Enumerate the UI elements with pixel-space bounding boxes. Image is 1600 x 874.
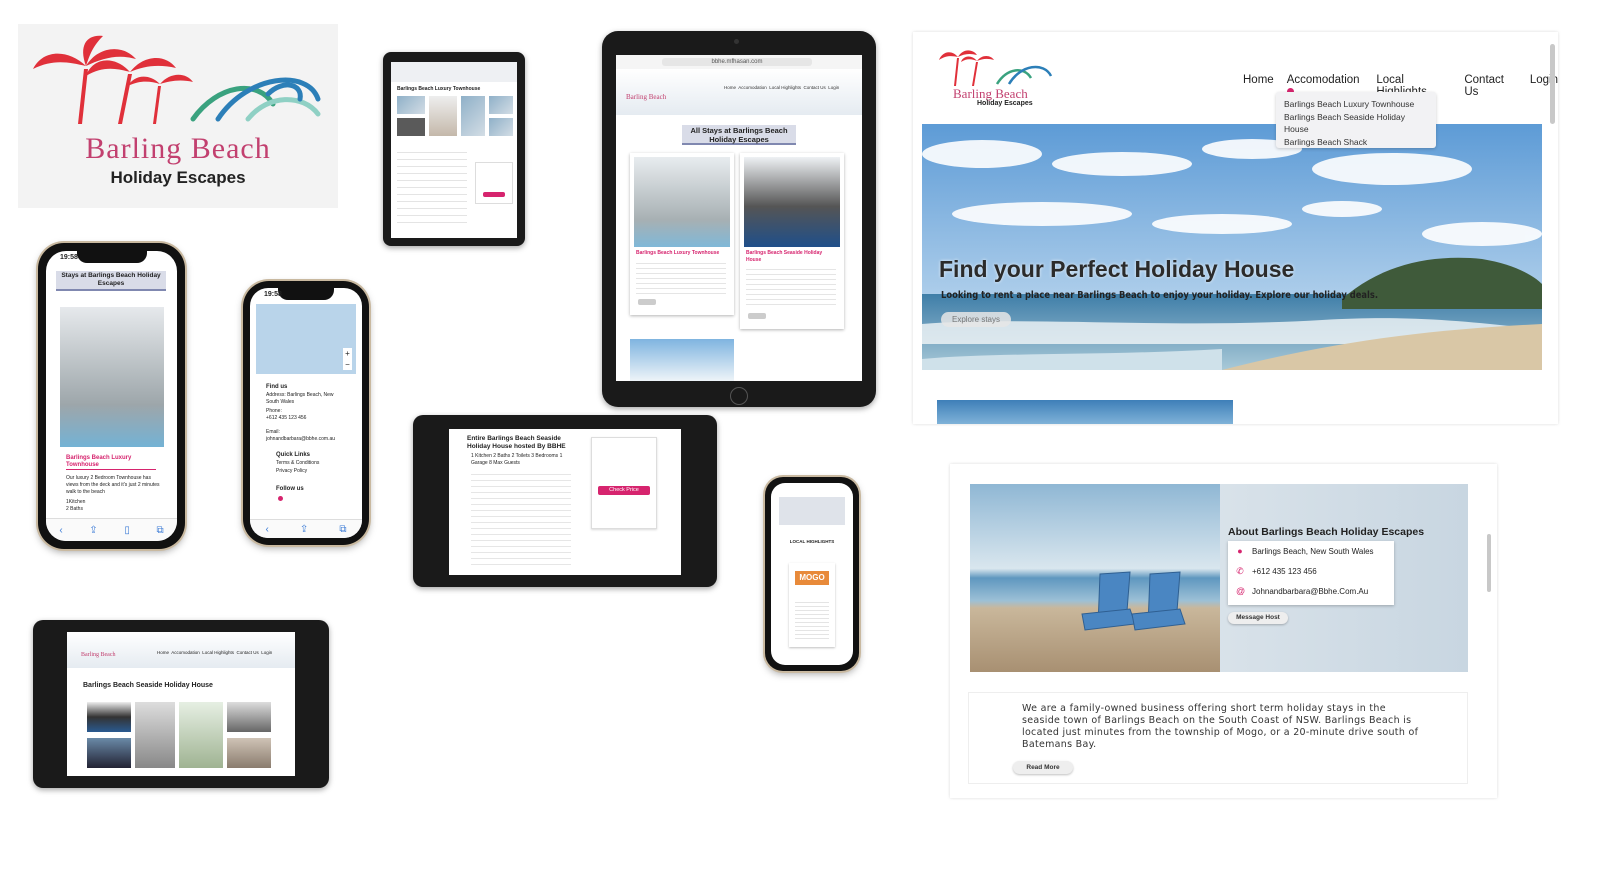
- social-icon[interactable]: [278, 496, 283, 501]
- site-nav[interactable]: Home Accomodation Local Highlights Conta…: [157, 650, 272, 655]
- phone-label: Phone:: [266, 408, 282, 414]
- contact-card: ● Barlings Beach, New South Wales ✆ +612 4…: [1228, 541, 1394, 605]
- about-title: About Barlings Beach Holiday Escapes: [1228, 526, 1425, 538]
- tablet-all-stays: bbhe.mfhasan.com Barling Beach Home Acco…: [602, 31, 876, 407]
- accomodation-dropdown: Barlings Beach Luxury Townhouse Barlings…: [1276, 92, 1436, 148]
- booking-widget: Check Price: [591, 437, 657, 529]
- mini-title: Barlings Beach Luxury Townhouse: [397, 86, 481, 92]
- terms-link[interactable]: Terms & Conditions: [276, 460, 319, 467]
- desktop-homepage: Barling Beach Holiday Escapes Home Accom…: [913, 32, 1558, 424]
- card2-title[interactable]: Barlings Beach Seaside Holiday House: [746, 250, 836, 264]
- mogo-logo: MOGO: [795, 571, 829, 585]
- hero-banner: [922, 124, 1542, 370]
- message-host-button[interactable]: Message Host: [1228, 612, 1288, 624]
- email-address[interactable]: johnandbarbara@bbhe.com.au: [266, 436, 335, 443]
- next-section-image: [937, 400, 1233, 424]
- dropdown-item-shack[interactable]: Barlings Beach Shack: [1284, 136, 1428, 149]
- listing-features: 1 Kitchen 2 Baths 2 Toilets 3 Bedrooms 1…: [471, 453, 563, 466]
- browser-toolbar[interactable]: ‹ ⇪ ▯ ⧉: [46, 518, 177, 541]
- find-us-heading: Find us: [266, 384, 288, 390]
- about-section: About Barlings Beach Holiday Escapes ● Ba…: [950, 464, 1497, 798]
- scrollbar[interactable]: [1487, 534, 1491, 592]
- property-title: Barlings Beach Seaside Holiday House: [83, 682, 213, 689]
- phone-contact: 19:58 + − Find us Address: Barlings Beach…: [243, 281, 369, 545]
- stay-card-title[interactable]: Barlings Beach Luxury Townhouse: [66, 455, 156, 470]
- follow-heading: Follow us: [276, 486, 304, 492]
- tablet-booking: Entire Barlings Beach Seaside Holiday Ho…: [413, 415, 717, 587]
- amenity-kitchen: 1Kitchen: [66, 499, 86, 505]
- phone-time: 19:58: [60, 254, 78, 261]
- about-description-box: We are a family-owned business offering …: [968, 692, 1468, 784]
- stay-card-seaside[interactable]: Barlings Beach Seaside Holiday House: [740, 153, 844, 329]
- phone-highlights: LOCAL HIGHLIGHTS MOGO: [765, 477, 859, 671]
- email-icon: @: [1236, 586, 1246, 596]
- address-text: Address: Barlings Beach, New South Wales: [266, 392, 334, 405]
- amenity-baths: 2 Baths: [66, 506, 83, 512]
- back-icon[interactable]: ‹: [266, 524, 269, 535]
- about-phone[interactable]: +612 435 123 456: [1252, 567, 1317, 576]
- stay-card-text: Our luxury 2 Bedroom Townhouse has views…: [66, 475, 160, 495]
- read-more-button[interactable]: Read More: [1013, 761, 1073, 774]
- desktop-brand-tagline: Holiday Escapes: [977, 100, 1033, 107]
- nav-home[interactable]: Home: [1243, 74, 1274, 98]
- highlights-heading: LOCAL HIGHLIGHTS: [789, 539, 835, 544]
- stay-card-townhouse[interactable]: Barlings Beach Luxury Townhouse: [630, 153, 734, 315]
- tablet-booking-preview: Barlings Beach Luxury Townhouse: [383, 52, 525, 246]
- dropdown-item-townhouse[interactable]: Barlings Beach Luxury Townhouse: [1284, 98, 1428, 111]
- phone-stays: 19:58 Stays at Barlings Beach Holiday Es…: [38, 243, 185, 549]
- card1-title[interactable]: Barlings Beach Luxury Townhouse: [636, 250, 719, 257]
- browser-toolbar[interactable]: ‹ ⇪ ⧉: [250, 519, 362, 538]
- all-stays-heading: All Stays at Barlings Beach Holiday Esca…: [682, 125, 796, 145]
- nav-contact-us[interactable]: Contact Us: [1464, 74, 1517, 98]
- townhouse-image[interactable]: [60, 307, 164, 447]
- share-icon[interactable]: ⇪: [89, 525, 97, 536]
- site-header: Barling Beach Home Accomodation Local Hi…: [616, 69, 862, 115]
- zoom-controls[interactable]: + −: [343, 348, 352, 370]
- brand-tagline: Holiday Escapes: [110, 168, 246, 187]
- highlight-card[interactable]: MOGO: [789, 563, 835, 647]
- map-embed[interactable]: + −: [256, 304, 356, 374]
- palm-waves-logo-icon: [33, 35, 321, 124]
- beach-chairs-image: [970, 484, 1220, 672]
- hero-title: Find your Perfect Holiday House: [939, 256, 1295, 282]
- about-location: Barlings Beach, New South Wales: [1252, 546, 1374, 556]
- check-price-button[interactable]: Check Price: [598, 486, 650, 495]
- phone-number[interactable]: +612 435 123 456: [266, 415, 306, 422]
- url-text[interactable]: bbhe.mfhasan.com: [662, 58, 812, 66]
- email-label: Email:: [266, 429, 280, 435]
- brand-logo-card: Barling Beach Holiday Escapes: [18, 24, 338, 208]
- tablet-seaside: Barling Beach Home Accomodation Local Hi…: [33, 620, 329, 788]
- quick-links-heading: Quick Links: [276, 452, 311, 458]
- phone-time: 19:58: [264, 291, 282, 298]
- privacy-link[interactable]: Privacy Policy: [276, 468, 307, 475]
- about-email[interactable]: Johnandbarbara@Bbhe.Com.Au: [1252, 587, 1368, 596]
- about-description: We are a family-owned business offering …: [1022, 703, 1419, 750]
- dropdown-item-seaside[interactable]: Barlings Beach Seaside Holiday House: [1284, 111, 1428, 136]
- mini-header: [391, 62, 517, 82]
- phone-icon: ✆: [1236, 565, 1244, 576]
- brand-name: Barling Beach: [85, 132, 271, 165]
- explore-stays-button[interactable]: Explore stays: [941, 312, 1011, 327]
- stays-heading: Stays at Barlings Beach Holiday Escapes: [56, 271, 166, 291]
- hero-subtitle: Looking to rent a place near Barlings Be…: [941, 290, 1379, 301]
- location-pin-icon: ●: [1237, 546, 1243, 556]
- back-icon[interactable]: ‹: [59, 525, 62, 536]
- tabs-icon[interactable]: ⧉: [339, 524, 346, 535]
- browser-address-bar[interactable]: bbhe.mfhasan.com: [616, 55, 862, 69]
- scrollbar[interactable]: [1550, 44, 1555, 124]
- nav-accomodation-label[interactable]: Accomodation: [1287, 74, 1360, 86]
- listing-title: Entire Barlings Beach Seaside Holiday Ho…: [467, 435, 566, 450]
- share-icon[interactable]: ⇪: [300, 524, 308, 535]
- site-nav[interactable]: Home Accomodation Local Highlights Conta…: [724, 85, 839, 90]
- small-logo: Barling Beach: [626, 93, 667, 101]
- tabs-icon[interactable]: ⧉: [156, 525, 163, 536]
- small-logo: Barling Beach: [81, 652, 116, 658]
- beach-hero-image: [922, 124, 1542, 370]
- bookmarks-icon[interactable]: ▯: [124, 525, 130, 536]
